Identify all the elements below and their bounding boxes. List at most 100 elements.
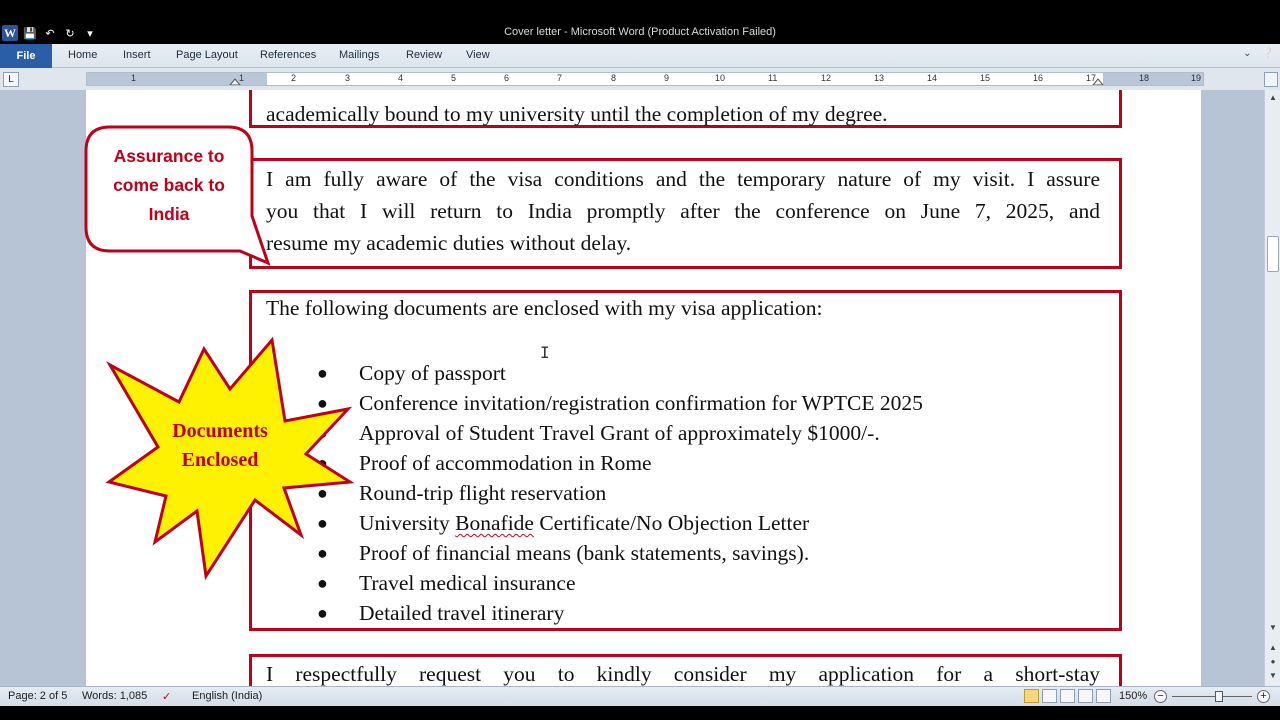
document-item-text: Copy of passport (359, 361, 506, 385)
next-page-icon[interactable]: ▼ (1267, 670, 1279, 682)
tab-view[interactable]: View (466, 49, 490, 61)
select-browse-object-icon[interactable]: ● (1267, 656, 1279, 668)
ruler-number: 19 (1191, 73, 1202, 83)
window-title: Cover letter - Microsoft Word (Product A… (504, 26, 776, 38)
starburst-text: Documents Enclosed (150, 417, 290, 475)
previous-page-icon[interactable]: ▲ (1267, 642, 1279, 654)
bullet-icon: ● (317, 393, 328, 413)
ruler-number: 14 (927, 73, 938, 83)
spelling-error-word[interactable]: Bonafide (455, 511, 534, 535)
list-item: ● Round-trip flight reservation (317, 478, 923, 508)
tab-file[interactable]: File (0, 44, 52, 68)
documents-intro: The following documents are enclosed wit… (266, 296, 823, 320)
ruler-number: 1 (131, 73, 137, 83)
word-count[interactable]: Words: 1,085 (82, 690, 147, 702)
callout-line: India (148, 204, 190, 224)
ruler-number: 16 (1033, 73, 1044, 83)
ruler-number: 3 (345, 73, 351, 83)
list-item: ● Proof of accommodation in Rome (317, 448, 923, 478)
callout-line: Assurance to (113, 146, 225, 166)
bullet-icon: ● (317, 423, 328, 443)
request-line: I respectfully request you to kindly con… (266, 662, 1100, 686)
zoom-slider-thumb[interactable] (1215, 691, 1223, 702)
language-indicator[interactable]: English (India) (192, 690, 262, 702)
horizontal-ruler[interactable]: 1 1 2 3 4 5 6 7 8 9 10 11 12 13 14 15 16… (86, 72, 1204, 86)
text-cursor-icon: I (540, 343, 550, 362)
vertical-scrollbar[interactable]: ▲ ▼ ▲ ● ▼ (1264, 90, 1280, 686)
draft-button[interactable] (1096, 689, 1111, 703)
ruler-number: 4 (398, 73, 404, 83)
list-item: ● University Bonafide Certificate/No Obje… (317, 508, 923, 538)
zoom-in-button[interactable]: + (1257, 690, 1270, 703)
web-layout-button[interactable] (1060, 689, 1075, 703)
top-paragraph-line: academically bound to my university unti… (266, 102, 888, 126)
document-item-text: Proof of financial means (bank statement… (359, 541, 810, 565)
screen-bottom-edge (0, 706, 1280, 720)
ruler-number: 1 (239, 73, 245, 83)
tab-insert[interactable]: Insert (123, 49, 151, 61)
full-screen-reading-button[interactable] (1042, 689, 1057, 703)
list-item: ● Proof of financial means (bank statemen… (317, 538, 923, 568)
tab-home[interactable]: Home (68, 49, 97, 61)
outline-button[interactable] (1078, 689, 1093, 703)
tab-review[interactable]: Review (406, 49, 442, 61)
print-layout-button[interactable] (1024, 689, 1039, 703)
bullet-icon: ● (317, 573, 328, 593)
callout-line: come back to (113, 175, 225, 195)
view-ruler-icon[interactable] (1264, 72, 1278, 87)
bullet-icon: ● (317, 513, 328, 533)
ruler-number: 9 (664, 73, 670, 83)
document-item-text: Travel medical insurance (359, 571, 576, 595)
ruler-number: 5 (451, 73, 457, 83)
minimize-ribbon-icon[interactable]: ⌄ (1243, 48, 1251, 59)
list-item: ● Copy of passport (317, 358, 923, 388)
starburst-line: Documents (172, 420, 268, 442)
zoom-level[interactable]: 150% (1119, 690, 1147, 702)
assurance-line-3: resume my academic duties without delay. (266, 231, 632, 255)
ruler-number: 18 (1139, 73, 1150, 83)
document-workspace: academically bound to my university unti… (0, 90, 1264, 686)
list-item: ● Conference invitation/registration conf… (317, 388, 923, 418)
bullet-icon: ● (317, 543, 328, 563)
document-item-text: Round-trip flight reservation (359, 481, 607, 505)
tab-references[interactable]: References (260, 49, 316, 61)
assurance-line-2: you that I will return to India promptly… (266, 199, 1100, 223)
page-count[interactable]: Page: 2 of 5 (8, 690, 67, 702)
bullet-icon: ● (317, 453, 328, 473)
zoom-slider-track[interactable] (1172, 696, 1252, 697)
tab-page-layout[interactable]: Page Layout (176, 49, 238, 61)
ruler-number: 12 (821, 73, 832, 83)
list-item: ● Detailed travel itinerary (317, 598, 923, 628)
ribbon-tab-bar: File Home Insert Page Layout References … (0, 44, 1280, 68)
help-icon[interactable]: ❔ (1262, 48, 1274, 59)
ruler-number: 2 (291, 73, 297, 83)
tab-stop-selector[interactable]: L (3, 72, 19, 87)
documents-list: ● Copy of passport ● Conference invitation… (317, 358, 923, 628)
ruler-row: L 1 1 2 3 4 5 6 7 8 9 10 11 12 13 14 15 … (0, 68, 1280, 90)
bullet-icon: ● (317, 603, 328, 623)
document-item-text: Conference invitation/registration confi… (359, 391, 923, 415)
scroll-up-icon[interactable]: ▲ (1267, 92, 1279, 104)
ruler-number: 10 (715, 73, 726, 83)
proofing-icon[interactable]: ✓ (162, 690, 171, 703)
ruler-number: 7 (557, 73, 563, 83)
scroll-thumb[interactable] (1267, 236, 1279, 272)
scroll-down-icon[interactable]: ▼ (1267, 622, 1279, 634)
document-item-pre: University (359, 511, 456, 535)
bullet-icon: ● (317, 363, 328, 383)
document-item-text: Proof of accommodation in Rome (359, 451, 652, 475)
document-item-text: Approval of Student Travel Grant of appr… (359, 421, 880, 445)
ruler-number: 6 (504, 73, 510, 83)
document-item-text: Detailed travel itinerary (359, 601, 565, 625)
ruler-number: 13 (874, 73, 885, 83)
tab-mailings[interactable]: Mailings (339, 49, 379, 61)
callout-text: Assurance to come back to India (92, 142, 246, 229)
ruler-number: 17 (1086, 73, 1097, 83)
ruler-number: 15 (980, 73, 991, 83)
title-bar: W 💾 ↶ ↻ ▾ Cover letter - Microsoft Word … (0, 22, 1280, 44)
ruler-number: 11 (768, 73, 778, 83)
ruler-number: 8 (611, 73, 617, 83)
list-item: ● Approval of Student Travel Grant of app… (317, 418, 923, 448)
ribbon-controls: ⌄ ❔ (1243, 48, 1274, 59)
zoom-out-button[interactable]: − (1154, 690, 1167, 703)
